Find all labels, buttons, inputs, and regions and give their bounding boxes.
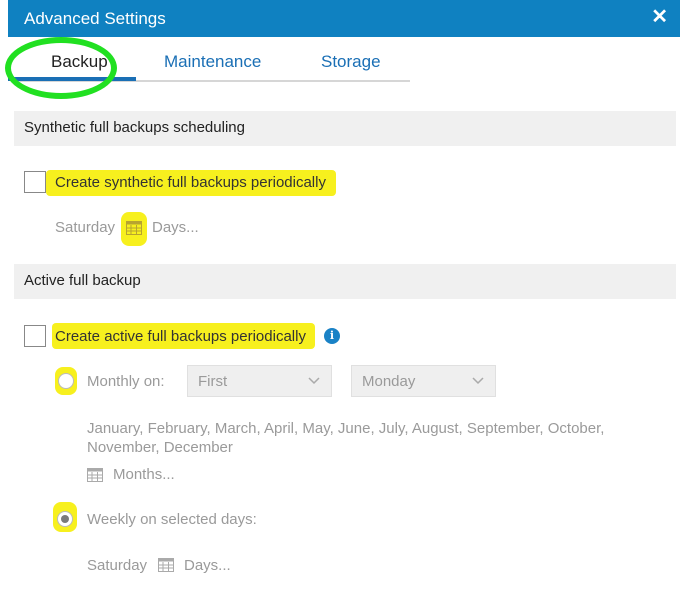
weekly-day: Saturday (87, 557, 148, 574)
active-checkbox[interactable] (24, 325, 46, 347)
section-header-synthetic: Synthetic full backups scheduling (14, 111, 676, 146)
section-title-active: Active full backup (24, 272, 141, 289)
months-link[interactable]: Months... (113, 466, 175, 483)
months-list: January, February, March, April, May, Ju… (87, 420, 605, 456)
active-checkbox-label[interactable]: Create active full backups periodically (55, 328, 306, 345)
synthetic-days-link[interactable]: Days... (152, 219, 199, 236)
monthly-day-select[interactable]: Monday (351, 365, 496, 397)
monthly-ordinal-select[interactable]: First (187, 365, 332, 397)
radio-selected-dot (61, 515, 69, 523)
weekly-label: Weekly on selected days: (87, 511, 257, 528)
weekly-days-link[interactable]: Days... (184, 557, 231, 574)
dialog-title: Advanced Settings (24, 9, 166, 28)
chevron-down-icon (472, 377, 484, 385)
annotation-circle (5, 37, 117, 99)
chevron-down-icon (308, 377, 320, 385)
info-icon[interactable]: i (324, 328, 340, 344)
monthly-day-value: Monday (362, 373, 416, 390)
close-icon[interactable]: ✕ (651, 7, 668, 27)
monthly-label: Monthly on: (87, 373, 165, 390)
monthly-radio[interactable] (58, 373, 74, 389)
weekly-radio[interactable] (57, 511, 73, 527)
calendar-icon[interactable] (126, 221, 142, 235)
tab-maintenance[interactable]: Maintenance (164, 52, 261, 72)
monthly-ordinal-value: First (198, 373, 228, 390)
synthetic-checkbox-label[interactable]: Create synthetic full backups periodical… (55, 174, 326, 191)
section-title-synthetic: Synthetic full backups scheduling (24, 119, 245, 136)
calendar-icon[interactable] (87, 468, 103, 482)
dialog-title-bar: Advanced Settings ✕ (8, 0, 680, 37)
tab-storage[interactable]: Storage (321, 52, 381, 72)
synthetic-checkbox[interactable] (24, 171, 46, 193)
section-header-active: Active full backup (14, 264, 676, 299)
calendar-icon[interactable] (158, 558, 174, 572)
synthetic-day: Saturday (55, 219, 116, 236)
